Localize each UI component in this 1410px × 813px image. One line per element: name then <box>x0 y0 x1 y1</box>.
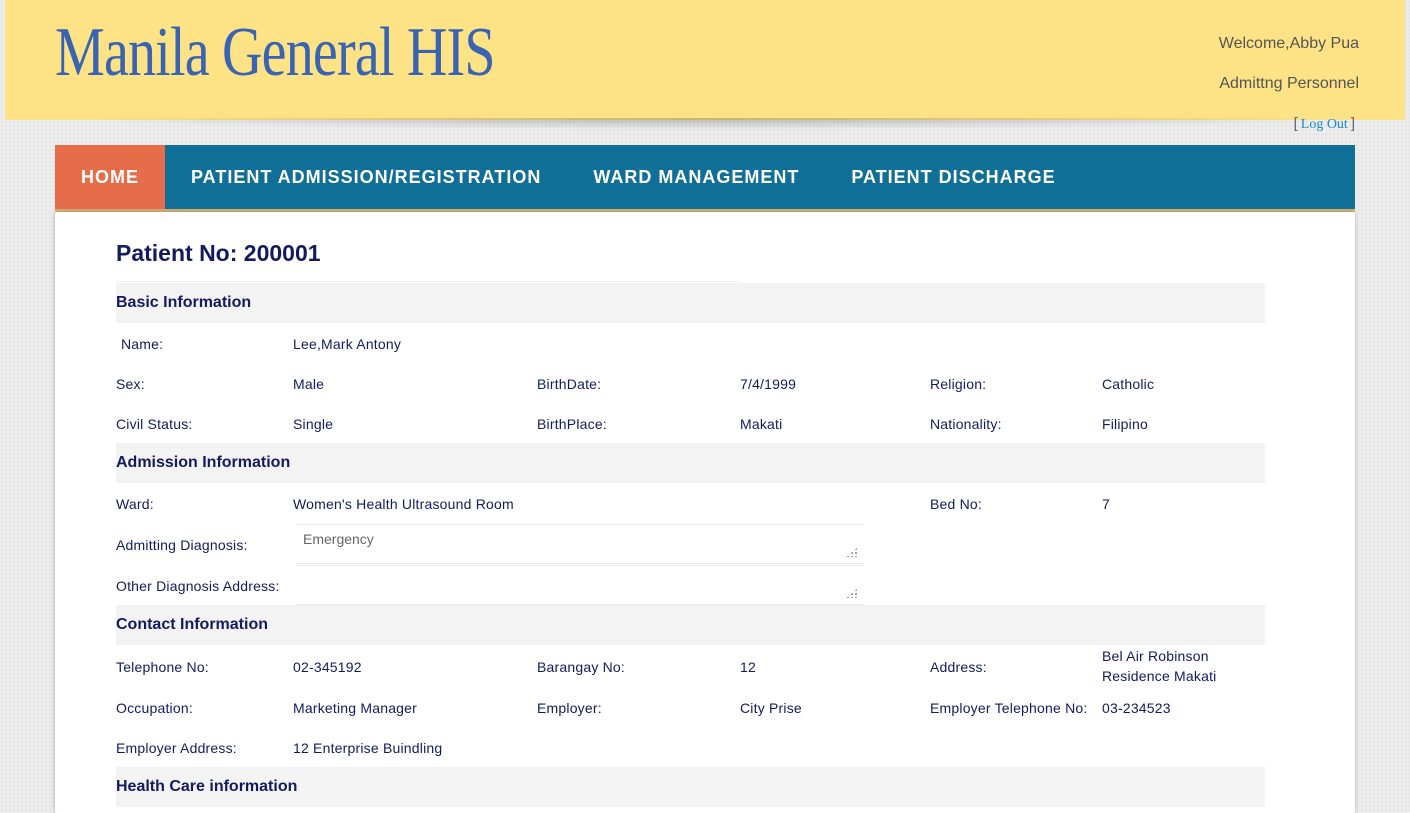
name-value: Lee,Mark Antony <box>293 336 402 352</box>
other-diagnosis-field[interactable] <box>296 565 864 605</box>
barangay-label: Barangay No: <box>537 659 626 675</box>
nav-home[interactable]: HOME <box>55 145 165 209</box>
user-role: Admittng Personnel <box>1219 75 1359 92</box>
religion-value: Catholic <box>1102 376 1155 392</box>
employer-address-label: Employer Address: <box>116 740 237 756</box>
section-contact-info: Contact Information <box>116 605 1265 645</box>
logout-link[interactable]: Log Out <box>1298 117 1351 132</box>
address-value: Bel Air Robinson Residence Makati <box>1102 648 1217 684</box>
occupation-value: Marketing Manager <box>293 700 418 716</box>
sex-value: Male <box>293 376 325 392</box>
sex-label: Sex: <box>116 376 145 392</box>
employer-label: Employer: <box>537 700 602 716</box>
ward-value: Women's Health Ultrasound Room <box>293 496 514 512</box>
other-diagnosis-label: Other Diagnosis Address: <box>116 578 280 594</box>
telephone-label: Telephone No: <box>116 659 209 675</box>
main-nav: HOME PATIENT ADMISSION/REGISTRATION WARD… <box>55 145 1355 209</box>
title-divider <box>116 281 740 282</box>
occupation-label: Occupation: <box>116 700 193 716</box>
resize-grip-icon[interactable] <box>846 588 858 598</box>
page-title: Patient No: 200001 <box>116 240 321 266</box>
nationality-label: Nationality: <box>930 416 1002 432</box>
birthplace-value: Makati <box>740 416 783 432</box>
nationality-value: Filipino <box>1102 416 1148 432</box>
birthdate-label: BirthDate: <box>537 376 602 392</box>
telephone-value: 02-345192 <box>293 659 362 675</box>
employer-telephone-value: 03-234523 <box>1102 700 1171 716</box>
bed-label: Bed No: <box>930 496 982 512</box>
nav-ward-management[interactable]: WARD MANAGEMENT <box>567 145 825 209</box>
address-label: Address: <box>930 659 987 675</box>
employer-telephone-label: Employer Telephone No: <box>930 700 1088 716</box>
ward-label: Ward: <box>116 496 154 512</box>
site-logo: Manila General HIS <box>55 14 495 91</box>
bed-value: 7 <box>1102 496 1110 512</box>
employer-address-value: 12 Enterprise Buindling <box>293 740 443 756</box>
birthplace-label: BirthPlace: <box>537 416 607 432</box>
nav-patient-admission[interactable]: PATIENT ADMISSION/REGISTRATION <box>165 145 567 209</box>
name-label: Name: <box>121 336 164 352</box>
barangay-value: 12 <box>740 659 756 675</box>
civil-status-label: Civil Status: <box>116 416 193 432</box>
admitting-diagnosis-text: Emergency <box>303 531 374 547</box>
logout-area: [Log Out] <box>1294 115 1355 133</box>
civil-status-value: Single <box>293 416 334 432</box>
religion-label: Religion: <box>930 376 987 392</box>
section-health-care-info: Health Care information <box>116 767 1265 807</box>
employer-value: City Prise <box>740 700 802 716</box>
logout-bracket-close: ] <box>1350 115 1355 132</box>
resize-grip-icon[interactable] <box>846 547 858 557</box>
header: Manila General HIS <box>5 0 1405 120</box>
admitting-diagnosis-label: Admitting Diagnosis: <box>116 537 248 553</box>
section-basic-info: Basic Information <box>116 283 1265 323</box>
admitting-diagnosis-field[interactable]: Emergency <box>296 524 864 564</box>
header-shadow <box>60 118 1350 130</box>
nav-patient-discharge[interactable]: PATIENT DISCHARGE <box>825 145 1081 209</box>
section-admission-info: Admission Information <box>116 443 1265 483</box>
birthdate-value: 7/4/1999 <box>740 376 797 392</box>
welcome-text: Welcome,Abby Pua <box>1218 35 1359 52</box>
